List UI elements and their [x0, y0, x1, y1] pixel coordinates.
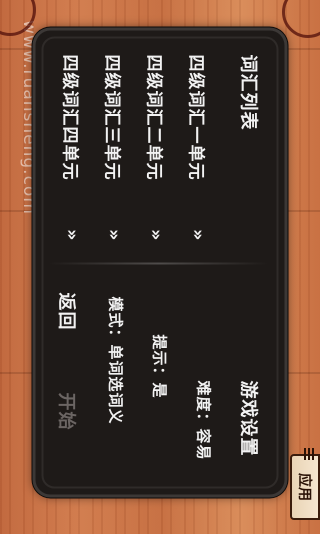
vocab-unit-label: 四级词汇三单元	[102, 54, 122, 181]
vocab-game-dialog: 词汇列表 四级词汇一单元 » 四级词汇二单元 » 四级词汇三单元 » 四级词汇四…	[32, 27, 288, 498]
game-screen: www.ruansheng.com 词汇列表 四级词汇一单元 » 四级词汇二单元…	[0, 0, 320, 534]
vocab-list-title: 词汇列表	[237, 54, 259, 131]
vocab-unit-2[interactable]: 四级词汇二单元 »	[141, 55, 173, 245]
mode-setting[interactable]: 模式：单词选词义	[106, 297, 127, 425]
chevron-right-icon: »	[146, 228, 167, 241]
panel-divider	[48, 262, 269, 265]
corner-decoration-top-right	[282, 0, 320, 38]
start-button[interactable]: 开始	[55, 393, 81, 431]
vocab-unit-label: 四级词汇四单元	[60, 54, 80, 181]
tab-marks-icon	[304, 448, 314, 460]
difficulty-setting[interactable]: 难度：容易	[194, 381, 215, 461]
corner-decoration-top-left	[0, 0, 36, 36]
chevron-right-icon: »	[62, 228, 83, 241]
vocab-unit-1[interactable]: 四级词汇一单元 »	[183, 55, 215, 245]
back-button[interactable]: 返回	[55, 293, 81, 331]
hint-setting[interactable]: 提示：是	[150, 335, 171, 399]
vocab-unit-label: 四级词汇二单元	[144, 54, 164, 181]
vocab-unit-label: 四级词汇一单元	[186, 54, 206, 181]
side-tab-label: 应用	[296, 473, 312, 501]
vocab-unit-3[interactable]: 四级词汇三单元 »	[99, 55, 131, 245]
chevron-right-icon: »	[188, 228, 209, 241]
vocab-unit-4[interactable]: 四级词汇四单元 »	[57, 55, 89, 245]
game-settings-title: 游戏设置	[237, 380, 259, 457]
app-side-tab[interactable]: 应用	[290, 448, 320, 520]
chevron-right-icon: »	[104, 228, 125, 241]
